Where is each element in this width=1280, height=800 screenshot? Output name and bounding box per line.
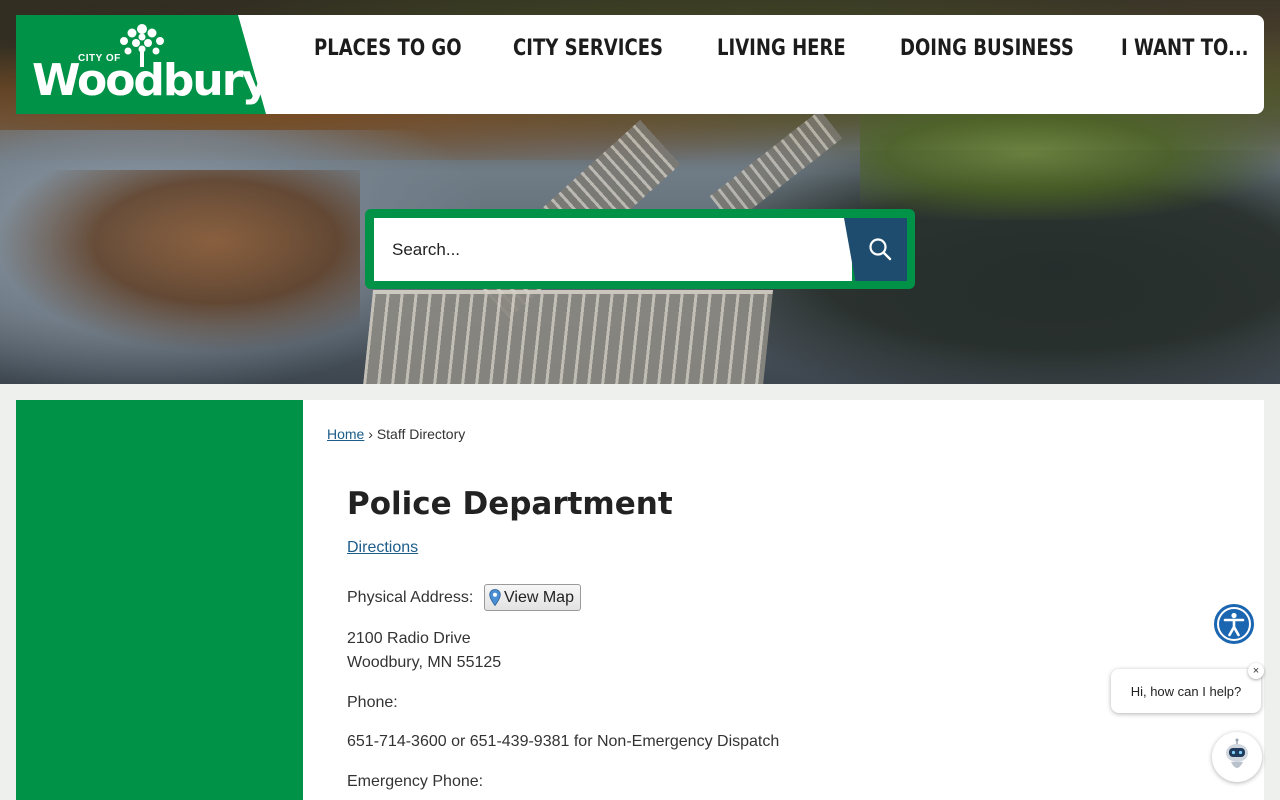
search-bar [365, 209, 915, 289]
chatbot-icon [1226, 738, 1248, 768]
main-content: Home › Staff Directory Police Department… [303, 400, 1264, 800]
breadcrumb-home-link[interactable]: Home [327, 426, 364, 442]
nav-living-here[interactable]: LIVING HERE [717, 36, 846, 61]
view-map-button[interactable]: View Map [484, 584, 581, 611]
phone-label: Phone: [347, 694, 398, 711]
site-logo[interactable]: CITY OF Woodbury [16, 15, 270, 114]
nav-places-to-go[interactable]: PLACES TO GO [314, 36, 462, 61]
chat-close-button[interactable]: × [1248, 663, 1264, 679]
accessibility-icon [1217, 607, 1251, 641]
breadcrumb: Home › Staff Directory [327, 426, 465, 442]
chat-greeting-bubble[interactable]: Hi, how can I help? [1111, 669, 1261, 713]
physical-address-label: Physical Address: [347, 589, 474, 606]
address-line-2: Woodbury, MN 55125 [347, 654, 502, 671]
map-pin-icon [489, 589, 501, 606]
accessibility-button[interactable] [1213, 603, 1255, 645]
hero-dock [362, 290, 774, 384]
view-map-label: View Map [504, 588, 574, 606]
chatbot-launcher[interactable] [1212, 732, 1262, 782]
chat-greeting-text: Hi, how can I help? [1130, 683, 1242, 699]
search-button[interactable] [844, 218, 907, 281]
logo-wordmark: Woodbury [32, 55, 270, 106]
breadcrumb-current: Staff Directory [376, 426, 466, 442]
nav-city-services[interactable]: CITY SERVICES [513, 36, 663, 61]
address-line-1: 2100 Radio Drive [347, 630, 471, 647]
page-title: Police Department [347, 486, 673, 522]
directions-link[interactable]: Directions [347, 539, 418, 557]
hero-foliage-left [0, 170, 360, 350]
sidebar [16, 400, 303, 800]
breadcrumb-separator: › [368, 426, 373, 442]
emergency-phone-label: Emergency Phone: [347, 773, 484, 790]
nav-doing-business[interactable]: DOING BUSINESS [900, 36, 1074, 61]
hero-foliage [860, 110, 1280, 220]
search-icon [869, 238, 892, 261]
nav-i-want-to[interactable]: I WANT TO... [1121, 36, 1249, 61]
phone-value: 651-714-3600 or 651-439-9381 for Non-Eme… [347, 733, 780, 750]
search-input[interactable] [374, 218, 852, 281]
